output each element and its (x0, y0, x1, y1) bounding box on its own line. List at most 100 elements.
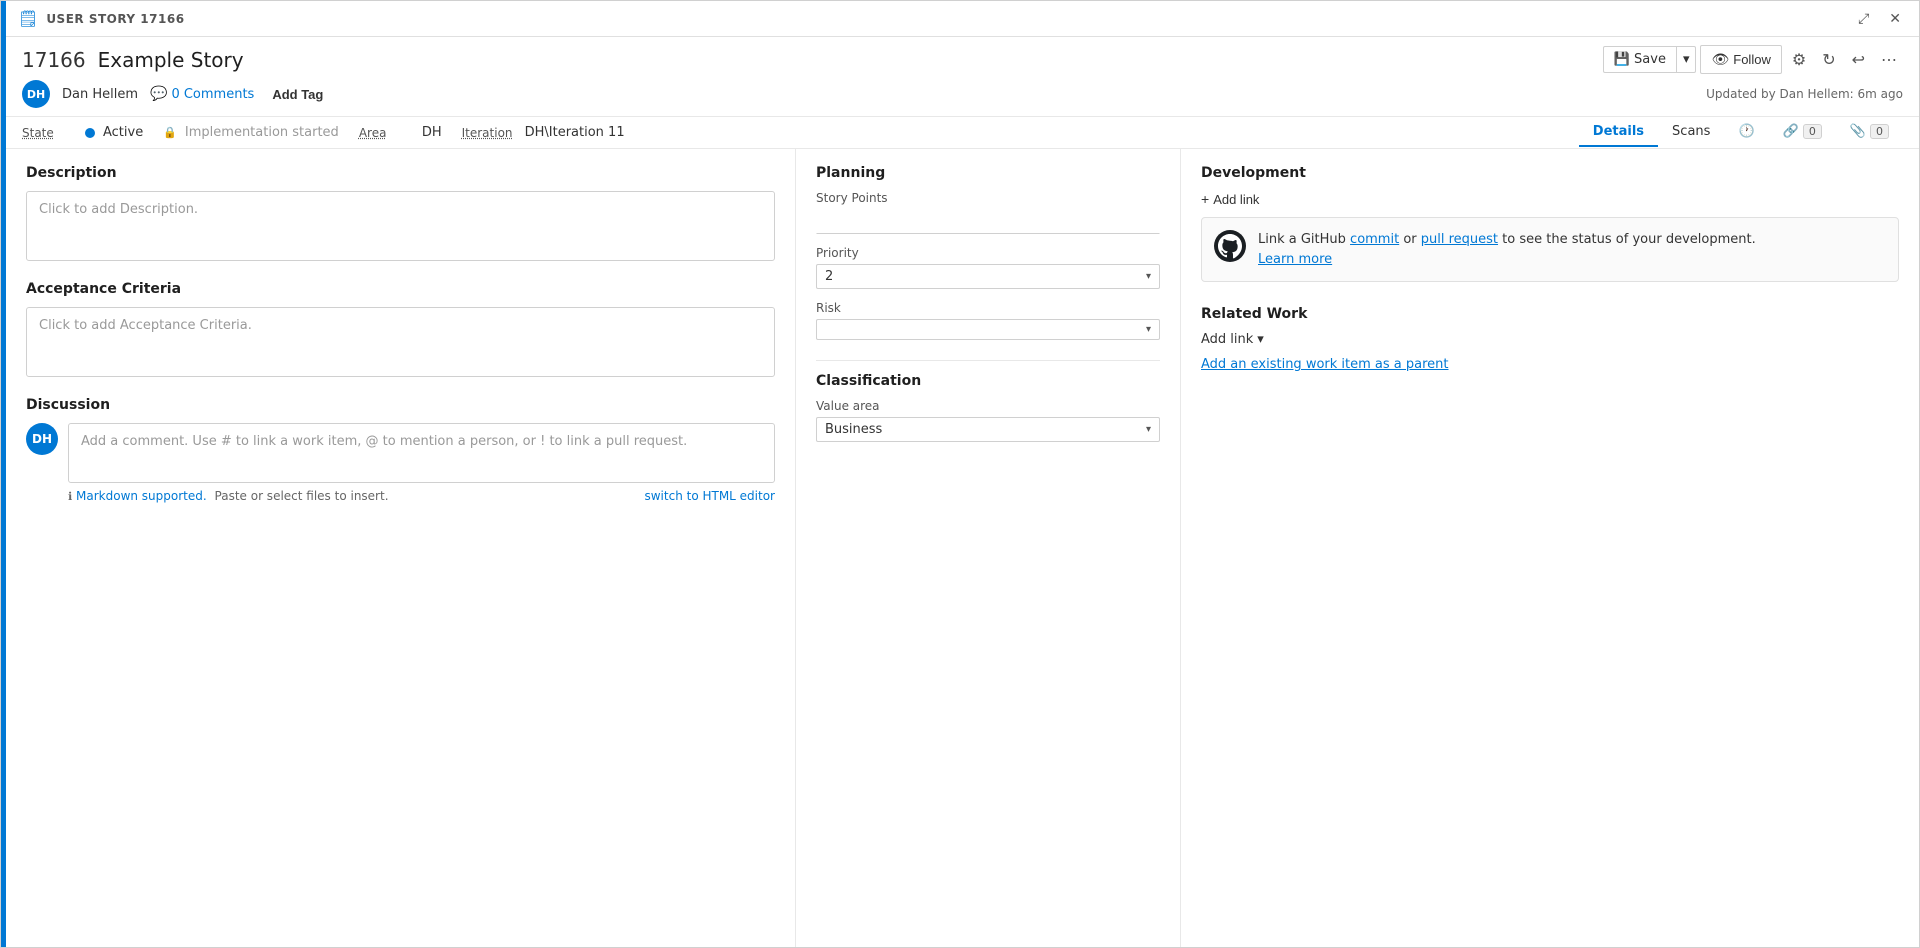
priority-chevron-icon: ▾ (1146, 271, 1151, 282)
iteration-label: Iteration (462, 126, 517, 140)
area-field[interactable]: Area DH (359, 117, 442, 148)
updated-by-text: Updated by Dan Hellem: 6m ago (1706, 87, 1903, 101)
reason-field[interactable]: 🔒 Implementation started (163, 117, 339, 148)
title-bar: 🗒 USER STORY 17166 ⤢ ✕ (6, 1, 1919, 37)
settings-button[interactable]: ⚙ (1786, 46, 1812, 74)
work-item-title[interactable]: Example Story (98, 48, 244, 72)
save-dropdown-icon: ▾ (1683, 52, 1690, 67)
attachments-tab-content: 📎 0 (1850, 124, 1889, 139)
follow-button[interactable]: 👁 Follow (1700, 45, 1781, 74)
comment-bubble-icon: 💬 (150, 86, 167, 102)
story-points-label: Story Points (816, 191, 1160, 205)
tab-scans[interactable]: Scans (1658, 118, 1724, 147)
github-commit-link[interactable]: commit (1350, 232, 1399, 247)
discussion-avatar-initials: DH (32, 432, 52, 446)
risk-chevron-icon: ▾ (1146, 324, 1151, 335)
links-count: 0 (1803, 124, 1822, 139)
value-area-field: Value area Business ▾ (816, 399, 1160, 442)
left-pane: Description Click to add Description. Ac… (6, 149, 796, 947)
acceptance-criteria-input[interactable]: Click to add Acceptance Criteria. (26, 307, 775, 377)
avatar-initials: DH (27, 88, 45, 101)
undo-icon: ↩ (1852, 52, 1865, 69)
fields-tabs-bar: State Active 🔒 Implementation started Ar… (6, 117, 1919, 149)
description-section: Description Click to add Description. (26, 165, 775, 261)
github-text1: Link a GitHub (1258, 232, 1350, 247)
priority-field: Priority 2 ▾ (816, 246, 1160, 289)
acceptance-criteria-placeholder: Click to add Acceptance Criteria. (39, 318, 252, 333)
history-icon: 🕐 (1738, 124, 1754, 139)
tabs-row: Details Scans 🕐 🔗 0 (1579, 118, 1903, 147)
undo-button[interactable]: ↩ (1846, 46, 1871, 74)
save-button-main[interactable]: 💾 Save (1604, 47, 1677, 72)
planning-title: Planning (816, 165, 1160, 181)
value-area-value: Business (825, 422, 1146, 437)
settings-icon: ⚙ (1792, 52, 1806, 69)
development-add-link-button[interactable]: + Add link (1201, 191, 1259, 207)
planning-section: Planning Story Points Priority 2 ▾ (816, 165, 1160, 340)
middle-pane: Planning Story Points Priority 2 ▾ (796, 149, 1181, 947)
comments-link[interactable]: 💬 0 Comments (150, 86, 254, 102)
follow-label: Follow (1733, 52, 1771, 67)
title-bar-text: USER STORY 17166 (46, 12, 184, 26)
risk-select[interactable]: ▾ (816, 319, 1160, 340)
discussion-avatar: DH (26, 423, 58, 455)
window-controls: ⤢ ✕ (1852, 8, 1907, 29)
acceptance-criteria-section: Acceptance Criteria Click to add Accepta… (26, 281, 775, 377)
area-label: Area (359, 126, 414, 140)
related-add-chevron-icon: ▾ (1257, 332, 1264, 347)
links-tab-content: 🔗 0 (1783, 124, 1822, 139)
more-options-button[interactable]: ⋯ (1875, 46, 1903, 74)
fields-area: State Active 🔒 Implementation started Ar… (22, 117, 1579, 148)
iteration-field[interactable]: Iteration DH\Iteration 11 (462, 117, 625, 148)
save-icon: 💾 (1614, 52, 1630, 67)
state-field[interactable]: State Active (22, 117, 143, 148)
github-pr-link[interactable]: pull request (1421, 232, 1498, 247)
tab-details[interactable]: Details (1579, 118, 1658, 147)
priority-value: 2 (825, 269, 1146, 284)
development-title: Development (1201, 165, 1899, 181)
github-logo-icon (1214, 230, 1246, 262)
state-value: Active (103, 125, 143, 140)
refresh-button[interactable]: ↻ (1816, 46, 1841, 74)
state-label: State (22, 126, 77, 140)
work-item-type-icon: 🗒 (18, 9, 38, 28)
close-button[interactable]: ✕ (1883, 8, 1907, 29)
value-area-select[interactable]: Business ▾ (816, 417, 1160, 442)
comments-count: 0 Comments (171, 87, 254, 102)
expand-button[interactable]: ⤢ (1852, 8, 1875, 29)
related-work-section: Related Work Add link ▾ Add an existing … (1201, 306, 1899, 372)
tab-links[interactable]: 🔗 0 (1769, 118, 1836, 147)
discussion-input[interactable]: Add a comment. Use # to link a work item… (68, 423, 775, 483)
save-label: Save (1634, 52, 1666, 67)
info-icon: ℹ (68, 490, 72, 503)
tab-details-label: Details (1593, 124, 1644, 139)
switch-editor-link[interactable]: switch to HTML editor (644, 489, 775, 503)
story-points-input[interactable] (816, 209, 1160, 234)
add-link-icon: + (1201, 191, 1209, 207)
discussion-title: Discussion (26, 397, 775, 413)
work-item-header: 17166 Example Story 💾 Save ▾ (6, 37, 1919, 117)
save-dropdown-button[interactable]: ▾ (1677, 47, 1696, 72)
related-work-add-link-button[interactable]: Add link ▾ (1201, 332, 1899, 347)
tab-history[interactable]: 🕐 (1724, 118, 1768, 147)
state-dot (85, 128, 95, 138)
description-title: Description (26, 165, 775, 181)
add-tag-button[interactable]: Add Tag (266, 85, 329, 104)
discussion-footer-left: ℹ Markdown supported. Paste or select fi… (68, 489, 389, 503)
main-content: Description Click to add Description. Ac… (6, 149, 1919, 947)
more-icon: ⋯ (1881, 52, 1897, 69)
tab-attachments[interactable]: 📎 0 (1836, 118, 1903, 147)
attachments-count: 0 (1870, 124, 1889, 139)
learn-more-link[interactable]: Learn more (1258, 252, 1332, 267)
github-description: Link a GitHub commit or pull request to … (1258, 230, 1756, 269)
save-button-group[interactable]: 💾 Save ▾ (1603, 46, 1697, 73)
tab-scans-label: Scans (1672, 124, 1710, 139)
description-input[interactable]: Click to add Description. (26, 191, 775, 261)
iteration-value: DH\Iteration 11 (525, 125, 625, 140)
markdown-link[interactable]: Markdown supported. (76, 489, 207, 503)
development-section: Development + Add link (1201, 165, 1899, 282)
refresh-icon: ↻ (1822, 52, 1835, 69)
github-text2: to see the status of your development. (1498, 232, 1756, 247)
priority-select[interactable]: 2 ▾ (816, 264, 1160, 289)
add-existing-parent-link[interactable]: Add an existing work item as a parent (1201, 357, 1449, 372)
